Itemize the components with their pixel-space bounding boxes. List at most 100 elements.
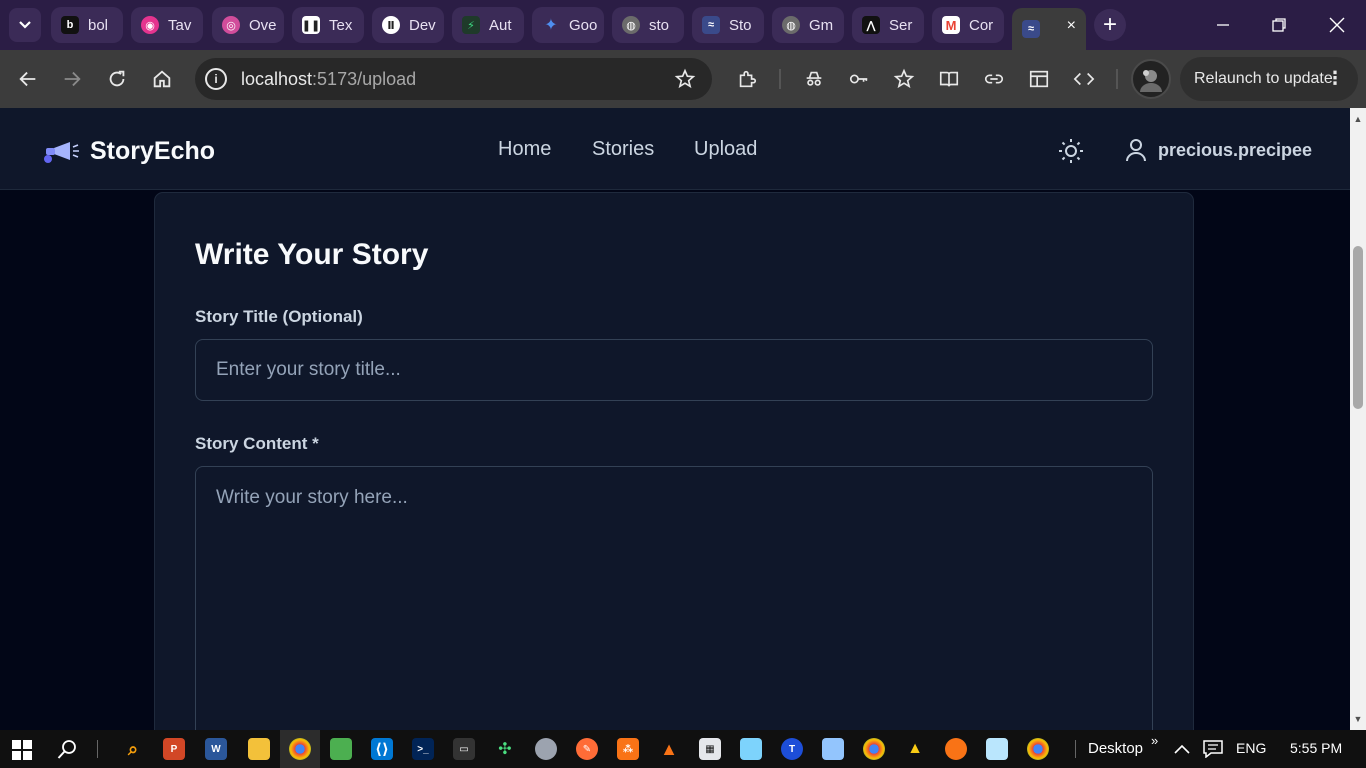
browser-tab[interactable]: Ⅱ Dev [372, 7, 444, 43]
address-bar[interactable]: i localhost:5173/upload [195, 58, 712, 100]
nav-home[interactable]: Home [498, 138, 551, 161]
clock[interactable]: 5:55 PM [1290, 740, 1342, 756]
story-title-input[interactable] [195, 339, 1153, 401]
calculator-icon[interactable]: ▦ [699, 738, 721, 760]
powershell-icon[interactable]: >_ [412, 738, 434, 760]
reload-icon[interactable] [102, 64, 132, 94]
tab-search-button[interactable] [9, 8, 41, 42]
tab-label: Tav [168, 16, 192, 34]
browser-tab[interactable]: ≈ Sto [692, 7, 764, 43]
tab-label: Ser [889, 16, 913, 34]
terminal-icon[interactable]: ▭ [453, 738, 475, 760]
link-icon[interactable] [979, 64, 1009, 94]
close-icon[interactable]: × [1067, 17, 1076, 35]
nav-stories[interactable]: Stories [592, 138, 654, 161]
bolt-favicon-icon: b [61, 16, 79, 34]
gemini-favicon-icon: ✦ [544, 17, 558, 34]
browser-tab[interactable]: ❚❚ Tex [292, 7, 364, 43]
tab-label: Gm [809, 16, 834, 34]
browser-menu-icon[interactable]: ⋮ [1326, 68, 1344, 89]
postman-icon[interactable]: ✎ [576, 738, 598, 760]
browser-tab[interactable]: ✦ Goo [532, 7, 604, 43]
restore-icon[interactable] [1264, 10, 1294, 40]
tab-label: Sto [729, 16, 752, 34]
minimize-icon[interactable] [1208, 10, 1238, 40]
chrome-icon[interactable] [289, 738, 311, 760]
reading-list-icon[interactable] [934, 64, 964, 94]
search-icon[interactable] [57, 739, 78, 760]
powerpoint-icon[interactable]: P [163, 738, 185, 760]
browser-tab[interactable]: M Cor [932, 7, 1004, 43]
username: precious.precipee [1158, 139, 1313, 160]
home-icon[interactable] [147, 64, 177, 94]
page-viewport: StoryEcho Home Stories Upload precious.p… [0, 108, 1350, 730]
site-info-icon[interactable]: i [205, 68, 227, 90]
browser-tab-active[interactable]: ≈ × [1012, 8, 1086, 50]
forward-icon[interactable] [57, 64, 87, 94]
extensions-icon[interactable] [732, 64, 762, 94]
magnifier-app-icon[interactable]: ⌕ [122, 738, 144, 760]
brand-name: StoryEcho [90, 137, 216, 165]
browser-tab[interactable]: ⋀ Ser [852, 7, 924, 43]
tab-layout-icon[interactable] [1024, 64, 1054, 94]
sun-icon[interactable] [1058, 138, 1084, 164]
profile-avatar[interactable] [1131, 59, 1171, 99]
password-key-icon[interactable] [844, 64, 874, 94]
tab-label: Aut [489, 16, 512, 34]
chrome-profile-icon[interactable] [1027, 738, 1049, 760]
word-icon[interactable]: W [205, 738, 227, 760]
drive-icon[interactable]: ▲ [904, 738, 926, 760]
language-indicator[interactable]: ENG [1236, 740, 1266, 756]
page-scrollbar[interactable]: ▲ ▼ [1350, 108, 1366, 730]
network-app-icon[interactable]: ⁂ [617, 738, 639, 760]
fl-studio-icon[interactable] [945, 738, 967, 760]
browser-tab[interactable]: ◍ sto [612, 7, 684, 43]
toolbar-overflow-icon[interactable]: » [1151, 733, 1158, 748]
spreadsheet-app-icon[interactable] [330, 738, 352, 760]
profile-photo-icon [1140, 70, 1162, 92]
chevron-up-icon[interactable] [1174, 743, 1190, 755]
vlc-icon[interactable]: ▲ [658, 738, 680, 760]
bolt-favicon-icon: ⚡ [462, 16, 480, 34]
notepad-icon[interactable] [986, 738, 1008, 760]
storyecho-favicon-icon: ≈ [1022, 20, 1040, 38]
story-content-textarea[interactable] [195, 466, 1153, 730]
chrome-icon[interactable] [863, 738, 885, 760]
brand[interactable]: StoryEcho [40, 137, 215, 166]
incognito-icon[interactable] [799, 64, 829, 94]
database-icon[interactable] [535, 738, 557, 760]
new-tab-button[interactable]: + [1094, 9, 1126, 41]
globe-favicon-icon: ◍ [782, 16, 800, 34]
user-menu[interactable]: precious.precipee [1125, 138, 1312, 162]
browser-tab[interactable]: ⚡ Aut [452, 7, 524, 43]
close-window-icon[interactable] [1322, 10, 1352, 40]
back-icon[interactable] [13, 64, 43, 94]
scroll-up-icon[interactable]: ▲ [1353, 114, 1363, 124]
file-explorer-icon[interactable] [248, 738, 270, 760]
story-title-label: Story Title (Optional) [195, 307, 363, 326]
notes-app-icon[interactable] [740, 738, 762, 760]
scrollbar-thumb[interactable] [1353, 246, 1363, 409]
scroll-down-icon[interactable]: ▼ [1353, 714, 1363, 724]
desktop-toolbar-label[interactable]: Desktop [1088, 740, 1143, 757]
overview-favicon-icon: ◎ [222, 16, 240, 34]
photos-icon[interactable] [822, 738, 844, 760]
git-client-icon[interactable]: ✣ [494, 738, 516, 760]
site-header: StoryEcho Home Stories Upload precious.p… [0, 108, 1350, 190]
storyecho-favicon-icon: ≈ [702, 16, 720, 34]
browser-tab[interactable]: ◍ Gm [772, 7, 844, 43]
windows-start-icon[interactable] [12, 740, 32, 760]
devtools-code-icon[interactable] [1069, 64, 1099, 94]
nav-upload[interactable]: Upload [694, 138, 757, 161]
browser-tab[interactable]: ◎ Ove [212, 7, 284, 43]
notification-message-icon[interactable] [1203, 740, 1223, 758]
browser-tab[interactable]: b bol [51, 7, 123, 43]
relaunch-to-update-button[interactable]: Relaunch to update ⋮ [1180, 57, 1358, 101]
translator-icon[interactable]: T [781, 738, 803, 760]
story-content-label: Story Content * [195, 434, 319, 453]
vscode-icon[interactable]: ⟨⟩ [371, 738, 393, 760]
bookmarks-star-icon[interactable] [889, 64, 919, 94]
bookmark-star-icon[interactable] [674, 68, 696, 90]
tab-label: sto [649, 16, 670, 34]
browser-tab[interactable]: ◉ Tav [131, 7, 203, 43]
